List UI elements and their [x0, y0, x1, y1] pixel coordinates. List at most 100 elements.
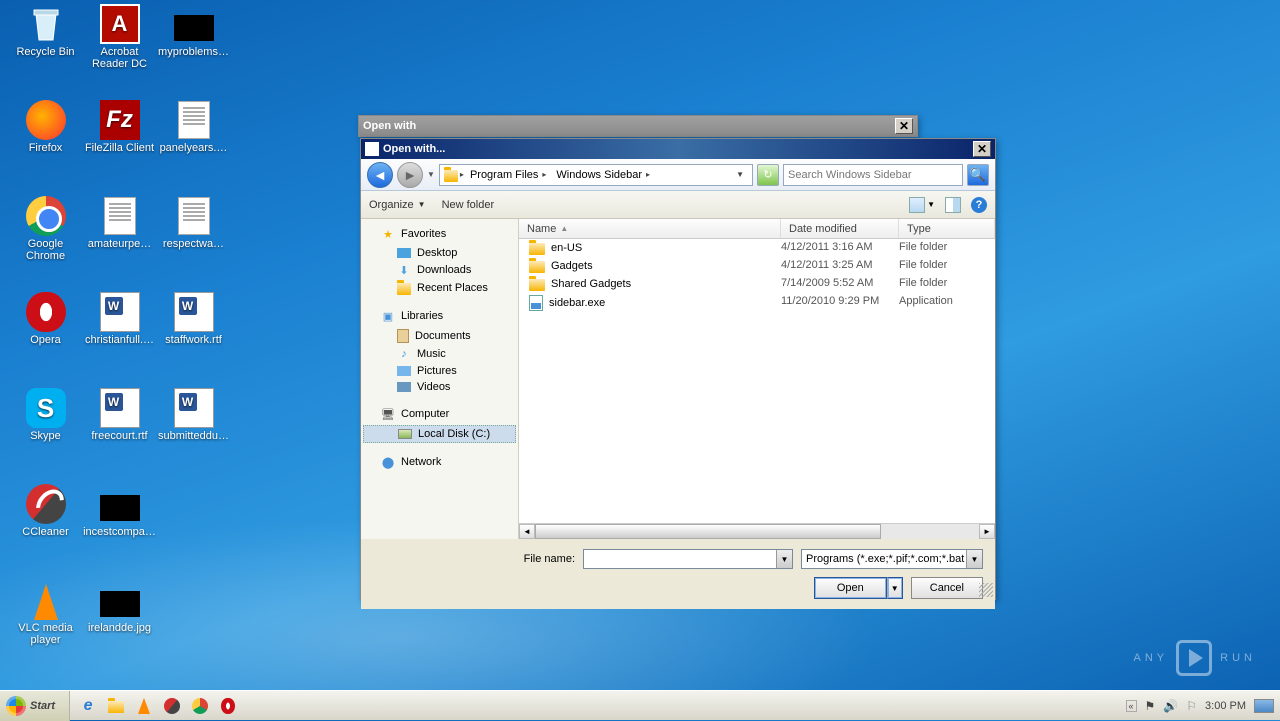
close-button-outer[interactable]: ✕	[895, 118, 913, 134]
tray-volume-icon[interactable]: 🔊	[1163, 699, 1178, 713]
nav-item-music[interactable]: ♪Music	[361, 345, 518, 363]
desktop-icon-chrome[interactable]: Google Chrome	[8, 196, 83, 276]
breadcrumb-bar[interactable]: ▸ Program Files ▸ Windows Sidebar ▸ ▼	[439, 164, 753, 186]
search-input[interactable]: Search Windows Sidebar	[783, 164, 963, 186]
view-mode-dropdown[interactable]: ▼	[927, 200, 935, 209]
tray-clock[interactable]: 3:00 PM	[1205, 700, 1246, 712]
resize-grip[interactable]	[979, 583, 993, 597]
nav-header-computer[interactable]: 🖥Computer	[361, 403, 518, 425]
cancel-button[interactable]: Cancel	[911, 577, 983, 599]
file-date: 7/14/2009 5:52 AM	[781, 277, 899, 291]
nav-item-videos[interactable]: Videos	[361, 379, 518, 395]
nav-item-downloads[interactable]: ⬇Downloads	[361, 261, 518, 279]
pinned-chrome[interactable]	[190, 696, 210, 716]
nav-back-button[interactable]: ◄	[367, 162, 393, 188]
pinned-vlc[interactable]	[134, 696, 154, 716]
desktop-icon-skype[interactable]: SSkype	[8, 388, 83, 468]
nav-header-network[interactable]: ⬤Network	[361, 451, 518, 473]
nav-header-favorites[interactable]: ★Favorites	[361, 223, 518, 245]
nav-item-documents[interactable]: Documents	[361, 327, 518, 345]
file-row[interactable]: en-US4/12/2011 3:16 AMFile folder	[519, 239, 995, 257]
desktop-icon-freecourt[interactable]: freecourt.rtf	[82, 388, 157, 468]
column-header-date[interactable]: Date modified	[781, 219, 899, 238]
nav-history-dropdown[interactable]: ▼	[427, 170, 435, 179]
open-split-button[interactable]: Open ▼	[814, 577, 903, 599]
start-button[interactable]: Start	[0, 691, 70, 721]
view-mode-button[interactable]	[909, 197, 925, 213]
desktop-icon-recycle-bin[interactable]: Recycle Bin	[8, 4, 83, 84]
scroll-track[interactable]	[535, 524, 979, 539]
pinned-opera[interactable]	[218, 696, 238, 716]
chevron-right-icon[interactable]: ▸	[460, 170, 464, 179]
desktop-icon-amateurpe[interactable]: amateurpe…	[82, 196, 157, 276]
horizontal-scrollbar[interactable]: ◄ ►	[519, 523, 995, 539]
desktop-icon-staffwork[interactable]: staffwork.rtf	[156, 292, 231, 372]
breadcrumb-seg-0[interactable]: Program Files ▸	[466, 169, 550, 181]
open-dropdown-button[interactable]: ▼	[887, 577, 903, 599]
desktop-icon-label: CCleaner	[8, 526, 83, 538]
nav-item-pictures[interactable]: Pictures	[361, 363, 518, 379]
desktop-icon-opera[interactable]: Opera	[8, 292, 83, 372]
nav-item-desktop[interactable]: Desktop	[361, 245, 518, 261]
scroll-left-button[interactable]: ◄	[519, 524, 535, 539]
desktop-icon-label: submitteddu…	[156, 430, 231, 442]
tray-flag-icon[interactable]: ⚐	[1186, 699, 1197, 713]
desktop-icon-firefox[interactable]: Firefox	[8, 100, 83, 180]
filetype-dropdown-button[interactable]: ▼	[966, 550, 982, 568]
preview-pane-button[interactable]	[945, 197, 961, 213]
tray-action-center-icon[interactable]: ⚑	[1145, 699, 1156, 713]
pinned-ccleaner[interactable]	[162, 696, 182, 716]
column-header-name[interactable]: Name ▲	[519, 219, 781, 238]
filename-combo[interactable]: ▼	[583, 549, 793, 569]
breadcrumb-dropdown-icon[interactable]: ▼	[732, 170, 748, 179]
file-type: Application	[899, 295, 953, 311]
desktop-icon-filezilla[interactable]: FzFileZilla Client	[82, 100, 157, 180]
column-header-type[interactable]: Type	[899, 219, 995, 238]
nav-item-recent[interactable]: Recent Places	[361, 279, 518, 297]
desktop-icon-incestcompa[interactable]: incestcompa…	[82, 484, 157, 564]
tray-expand-icon[interactable]: «	[1126, 700, 1137, 712]
breadcrumb-seg-1[interactable]: Windows Sidebar ▸	[552, 169, 654, 181]
start-label: Start	[30, 700, 55, 712]
application-icon	[529, 295, 543, 311]
new-folder-button[interactable]: New folder	[442, 199, 495, 211]
desktop-icon-respectwa[interactable]: respectwa…	[156, 196, 231, 276]
file-row[interactable]: Gadgets4/12/2011 3:25 AMFile folder	[519, 257, 995, 275]
desktop-icon-vlc[interactable]: VLC media player	[8, 580, 83, 660]
desktop-icon-panelyears[interactable]: panelyears.…	[156, 100, 231, 180]
nav-item-local-disk[interactable]: Local Disk (C:)	[363, 425, 516, 443]
desktop-icon-label: VLC media player	[8, 622, 83, 646]
desktop-icon-submitteddu[interactable]: submitteddu…	[156, 388, 231, 468]
videos-icon	[397, 382, 411, 392]
file-row[interactable]: sidebar.exe11/20/2010 9:29 PMApplication	[519, 293, 995, 313]
scroll-thumb[interactable]	[535, 524, 881, 539]
file-name: Shared Gadgets	[551, 278, 631, 290]
desktop-icon-christianfull[interactable]: christianfull.…	[82, 292, 157, 372]
pinned-ie[interactable]: e	[78, 696, 98, 716]
pinned-explorer[interactable]	[106, 696, 126, 716]
help-button[interactable]: ?	[971, 197, 987, 213]
close-button-dialog[interactable]: ✕	[973, 141, 991, 157]
filetype-combo[interactable]: Programs (*.exe;*.pif;*.com;*.bat ▼	[801, 549, 983, 569]
desktop-icon-myproblems[interactable]: myproblems…	[156, 4, 231, 84]
desktop-icon-acrobat[interactable]: AAcrobat Reader DC	[82, 4, 157, 84]
desktop-icon-label: Firefox	[8, 142, 83, 154]
desktop-icon-ccleaner[interactable]: CCleaner	[8, 484, 83, 564]
search-go-button[interactable]: 🔍	[967, 164, 989, 186]
scroll-right-button[interactable]: ►	[979, 524, 995, 539]
staffwork-icon	[174, 292, 214, 332]
file-type: File folder	[899, 277, 947, 291]
desktop-icon-irelandde[interactable]: irelandde.jpg	[82, 580, 157, 660]
opera-icon	[26, 292, 66, 332]
file-row[interactable]: Shared Gadgets 7/14/2009 5:52 AMFile fold…	[519, 275, 995, 293]
nav-forward-button[interactable]: ►	[397, 162, 423, 188]
filename-dropdown-button[interactable]: ▼	[776, 550, 792, 568]
titlebar-outer[interactable]: Open with ✕	[359, 116, 917, 136]
open-button[interactable]: Open	[814, 577, 887, 599]
titlebar-outer-text: Open with	[363, 120, 416, 132]
show-desktop-button[interactable]	[1254, 699, 1274, 713]
nav-header-libraries[interactable]: ▣Libraries	[361, 305, 518, 327]
organize-menu[interactable]: Organize ▼	[369, 199, 426, 211]
refresh-button[interactable]: ↻	[757, 164, 779, 186]
titlebar-dialog[interactable]: Open with... ✕	[361, 139, 995, 159]
